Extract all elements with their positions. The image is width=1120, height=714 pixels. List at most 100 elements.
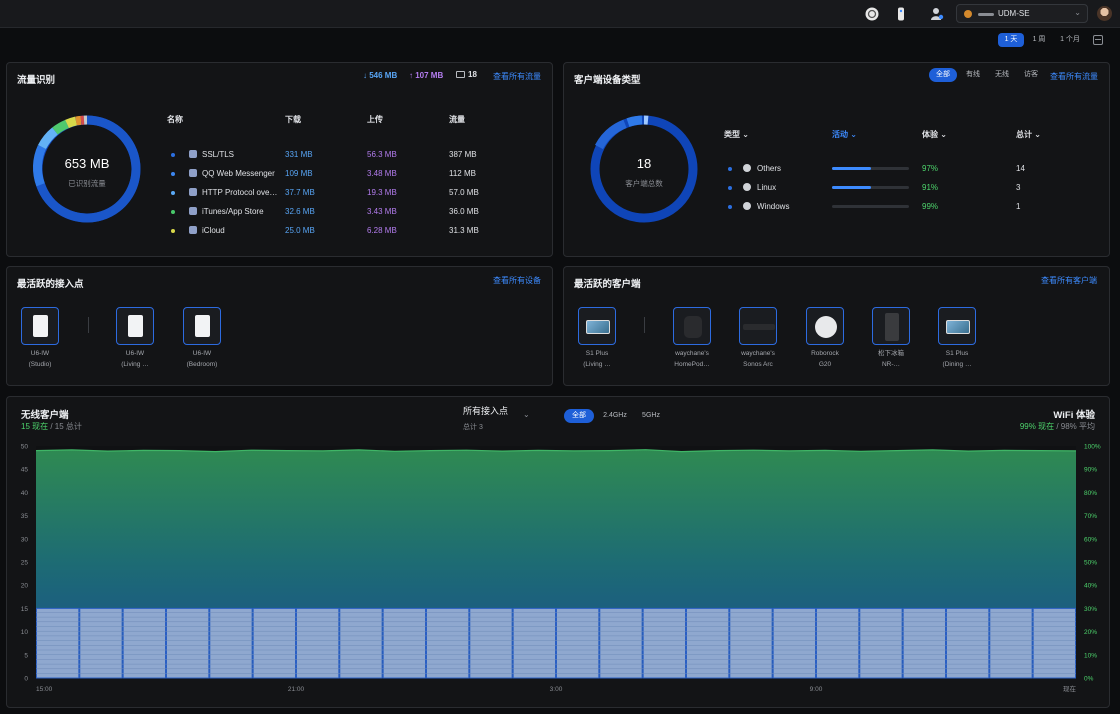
client-type-row[interactable]: Others 97% 14 bbox=[724, 163, 1104, 175]
y-right-tick: 80% bbox=[1084, 490, 1097, 497]
app-name: SSL/TLS bbox=[202, 150, 235, 159]
ap-device[interactable] bbox=[183, 307, 221, 345]
download-value: 109 MB bbox=[285, 169, 313, 178]
client-device[interactable] bbox=[806, 307, 844, 345]
ap-label: U6-IW (Bedroom) bbox=[186, 350, 218, 368]
y-left-tick: 5 bbox=[24, 652, 28, 659]
client-device[interactable] bbox=[938, 307, 976, 345]
y-right-tick: 0% bbox=[1084, 676, 1094, 683]
legend-dot bbox=[171, 172, 175, 176]
client-filter[interactable]: 无线 bbox=[990, 68, 1014, 82]
wireless-clients-card: 无线客户端 15 现在 / 15 总计 所有接入点 总计 3 ⌄ 全部 2.4GH… bbox=[6, 396, 1110, 708]
client-label: waychane's HomePod… bbox=[674, 350, 710, 368]
clients-card: 客户端设备类型 查看所有流量 18 客户端总数 类型 ⌄ 活动 ⌄ 体验 ⌄ 总计 ⌄… bbox=[563, 62, 1110, 257]
client-count-bar bbox=[642, 607, 687, 679]
app-name: HTTP Protocol ove… bbox=[202, 188, 278, 197]
client-filter[interactable]: 有线 bbox=[961, 68, 985, 82]
access-point-icon bbox=[128, 315, 143, 337]
traffic-row[interactable]: SSL/TLS 331 MB 56.3 MB 387 MB bbox=[167, 149, 547, 161]
app-name: QQ Web Messenger bbox=[202, 169, 275, 178]
client-device[interactable] bbox=[872, 307, 910, 345]
traffic-total: 653 MB bbox=[64, 156, 110, 171]
clients-count-label: 客户端总数 bbox=[625, 179, 663, 188]
view-all-clients-link[interactable]: 查看所有客户端 bbox=[1041, 275, 1097, 286]
band-filter[interactable]: 5GHz bbox=[638, 409, 664, 423]
client-device[interactable] bbox=[673, 307, 711, 345]
traffic-row[interactable]: HTTP Protocol ove… 37.7 MB 19.3 MB 57.0 MB bbox=[167, 187, 547, 199]
client-count-bar bbox=[816, 607, 860, 679]
wireless-chart: 50454035302520151050100%90%80%70%60%50%4… bbox=[21, 444, 1101, 694]
wireless-count: 15 现在 / 15 总计 bbox=[21, 422, 82, 431]
download-value: 331 MB bbox=[285, 150, 313, 159]
client-total: 14 bbox=[1016, 164, 1025, 173]
chevron-down-icon: ⌄ bbox=[523, 410, 530, 419]
download-value: 32.6 MB bbox=[285, 207, 315, 216]
col-traffic: 流量 bbox=[449, 115, 465, 124]
robot-vacuum-icon bbox=[815, 316, 837, 338]
y-right-tick: 100% bbox=[1084, 444, 1101, 451]
upload-total: ↑ 107 MB bbox=[409, 71, 444, 80]
range-1-month[interactable]: 1 个月 bbox=[1055, 33, 1085, 47]
top-bar: UDM-SE ⌄ bbox=[0, 0, 1120, 28]
avatar[interactable] bbox=[1097, 6, 1112, 21]
range-1-week[interactable]: 1 周 bbox=[1026, 33, 1052, 47]
client-device[interactable] bbox=[739, 307, 777, 345]
y-right-tick: 90% bbox=[1084, 467, 1097, 474]
client-filter[interactable]: 访客 bbox=[1019, 68, 1043, 82]
view-all-traffic-link[interactable]: 查看所有流量 bbox=[1050, 71, 1098, 82]
ap-device[interactable] bbox=[116, 307, 154, 345]
device-count: 18 bbox=[456, 70, 477, 79]
client-col-header[interactable]: 类型 ⌄ bbox=[724, 129, 749, 140]
client-count-bar bbox=[469, 607, 513, 679]
app-icon bbox=[189, 226, 197, 234]
range-1-day[interactable]: 1 天 bbox=[998, 33, 1024, 47]
divider bbox=[644, 317, 645, 333]
x-tick: 15:00 bbox=[36, 686, 53, 693]
app-icon bbox=[189, 150, 197, 158]
soundbar-icon bbox=[743, 324, 775, 330]
ap-device[interactable] bbox=[21, 307, 59, 345]
y-left-tick: 15 bbox=[21, 606, 29, 613]
traffic-value: 36.0 MB bbox=[449, 207, 479, 216]
y-right-tick: 40% bbox=[1084, 583, 1097, 590]
traffic-row[interactable]: iTunes/App Store 32.6 MB 3.43 MB 36.0 MB bbox=[167, 206, 547, 218]
ap-select[interactable]: 所有接入点 总计 3 ⌄ bbox=[463, 404, 533, 432]
device-icon[interactable] bbox=[894, 7, 908, 21]
client-col-header[interactable]: 体验 ⌄ bbox=[922, 129, 947, 140]
upload-value: 3.43 MB bbox=[367, 207, 397, 216]
client-device[interactable] bbox=[578, 307, 616, 345]
activity-bar bbox=[832, 186, 909, 189]
traffic-card: 流量识别 ↓ 546 MB ↑ 107 MB 18 查看所有流量 653 MB … bbox=[6, 62, 553, 257]
client-type-name: Linux bbox=[757, 183, 777, 192]
client-count-bar bbox=[252, 607, 296, 679]
client-count-bar bbox=[599, 607, 643, 679]
client-count-bar bbox=[902, 607, 947, 679]
site-selector[interactable]: UDM-SE ⌄ bbox=[956, 4, 1088, 23]
band-filter[interactable]: 2.4GHz bbox=[597, 409, 633, 423]
client-col-header[interactable]: 总计 ⌄ bbox=[1016, 129, 1041, 140]
app-icon bbox=[189, 207, 197, 215]
view-all-devices-link[interactable]: 查看所有设备 bbox=[493, 275, 541, 286]
client-type-row[interactable]: Linux 91% 3 bbox=[724, 182, 1104, 194]
client-col-header[interactable]: 活动 ⌄ bbox=[832, 129, 857, 140]
os-icon bbox=[743, 202, 751, 210]
view-all-traffic-link[interactable]: 查看所有流量 bbox=[493, 71, 541, 82]
wireless-title: 无线客户端 bbox=[21, 410, 69, 421]
client-label: waychane's Sonos Arc bbox=[741, 350, 775, 368]
ap-select-sub: 总计 3 bbox=[463, 424, 483, 431]
client-count-bar bbox=[946, 607, 990, 679]
user-settings-icon[interactable] bbox=[930, 7, 944, 21]
legend-dot bbox=[171, 229, 175, 233]
traffic-row[interactable]: QQ Web Messenger 109 MB 3.48 MB 112 MB bbox=[167, 168, 547, 180]
calendar-icon[interactable] bbox=[1093, 35, 1103, 45]
legend-dot bbox=[171, 191, 175, 195]
system-icon[interactable] bbox=[865, 7, 879, 21]
traffic-row[interactable]: iCloud 25.0 MB 6.28 MB 31.3 MB bbox=[167, 225, 547, 237]
client-type-name: Windows bbox=[757, 202, 790, 211]
client-filter[interactable]: 全部 bbox=[929, 68, 957, 82]
upload-value: 6.28 MB bbox=[367, 226, 397, 235]
band-filter[interactable]: 全部 bbox=[564, 409, 594, 423]
client-type-row[interactable]: Windows 99% 1 bbox=[724, 201, 1104, 213]
y-left-tick: 40 bbox=[21, 490, 29, 497]
traffic-value: 387 MB bbox=[449, 150, 477, 159]
